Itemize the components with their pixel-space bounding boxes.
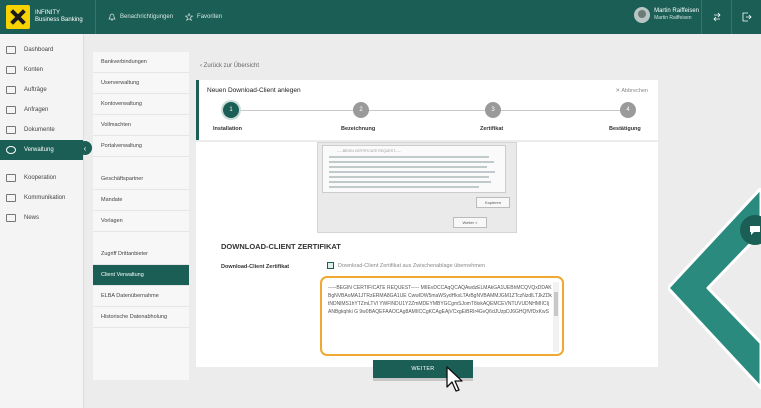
installer-screenshot: -----BEGIN CERTIFICATE REQUEST----- Kopi… bbox=[317, 142, 517, 233]
nav-item-kommunikation[interactable]: Kommunikation bbox=[0, 188, 83, 208]
top-bar: INFINITY Business Banking Benachrichtigu… bbox=[0, 0, 761, 34]
avatar bbox=[634, 7, 651, 23]
nav-item-auftraege[interactable]: Aufträge bbox=[0, 80, 83, 100]
step-2-label: Bezeichnung bbox=[341, 126, 376, 132]
switch-icon bbox=[712, 12, 721, 22]
raiffeisen-logo[interactable] bbox=[6, 5, 30, 29]
nav-item-news[interactable]: News bbox=[0, 208, 83, 228]
nav-item-anfragen[interactable]: Anfragen bbox=[0, 100, 83, 120]
dashboard-icon bbox=[6, 46, 16, 54]
submenu-item-kontoverwaltung[interactable]: Kontoverwaltung bbox=[93, 94, 189, 115]
mouse-cursor-icon bbox=[446, 366, 463, 392]
wizard-header: Neuen Download-Client anlegen ✕ Abbreche… bbox=[196, 80, 658, 140]
screenshot-cert-area: -----BEGIN CERTIFICATE REQUEST----- bbox=[322, 145, 506, 193]
user-name: Martin Raiffeisen bbox=[654, 8, 699, 14]
accounts-icon bbox=[6, 66, 16, 74]
step-4-indicator: 4 bbox=[620, 102, 636, 118]
documents-icon bbox=[6, 126, 16, 134]
step-4-label: Bestätigung bbox=[609, 126, 641, 132]
nav-label: Kooperation bbox=[24, 175, 57, 181]
scrollbar-thumb[interactable] bbox=[554, 292, 558, 316]
logout-button[interactable] bbox=[731, 0, 761, 34]
nav-label: News bbox=[24, 215, 40, 221]
cancel-button[interactable]: ✕ Abbrechen bbox=[616, 88, 648, 94]
brand-line-2: Business Banking bbox=[35, 17, 83, 23]
back-link[interactable]: ‹ Zurück zur Übersicht bbox=[200, 63, 259, 69]
submenu-item-historische-datenabholung[interactable]: Historische Datenabholung bbox=[93, 307, 189, 328]
step-2-indicator: 2 bbox=[353, 102, 369, 118]
clipboard-icon bbox=[327, 262, 334, 269]
nav-label: Dashboard bbox=[24, 47, 54, 53]
nav-label: Konten bbox=[24, 67, 44, 73]
switch-context-button[interactable] bbox=[701, 0, 731, 34]
requests-icon bbox=[6, 106, 16, 114]
logout-icon bbox=[742, 12, 752, 22]
paste-from-clipboard-link[interactable]: Download-Client Zertifikat aus Zwischena… bbox=[327, 262, 485, 269]
step-1-indicator: 1 bbox=[223, 102, 239, 118]
divider bbox=[95, 0, 96, 34]
nav-label: Aufträge bbox=[24, 87, 47, 93]
bell-icon bbox=[108, 13, 116, 21]
submenu-item-portalverwaltung[interactable]: Portalverwaltung bbox=[93, 136, 189, 157]
submenu-item-bankverbindungen[interactable]: Bankverbindungen bbox=[93, 52, 189, 73]
verwaltung-submenu: Bankverbindungen Userverwaltung Kontover… bbox=[93, 52, 189, 380]
certificate-text: -----BEGIN CERTIFICATE REQUEST----- MIIE… bbox=[328, 285, 552, 315]
star-icon bbox=[185, 13, 194, 21]
certificate-textarea[interactable]: -----BEGIN CERTIFICATE REQUEST----- MIIE… bbox=[320, 276, 564, 356]
wizard-title: Neuen Download-Client anlegen bbox=[207, 87, 301, 94]
submenu-item-client-verwaltung[interactable]: Client Verwaltung bbox=[93, 265, 189, 286]
news-icon bbox=[6, 214, 16, 222]
gear-icon bbox=[6, 146, 16, 154]
favorites-link[interactable]: Favoriten bbox=[185, 13, 222, 21]
brand-name: INFINITY Business Banking bbox=[35, 10, 95, 24]
step-3-indicator: 3 bbox=[485, 102, 501, 118]
orders-icon bbox=[6, 86, 16, 94]
cooperation-icon bbox=[6, 174, 16, 182]
paste-from-clipboard-label: Download-Client Zertifikat aus Zwischena… bbox=[338, 262, 486, 269]
submenu-item-geschaeftspartner[interactable]: Geschäftspartner bbox=[93, 169, 189, 190]
submenu-item-vollmachten[interactable]: Vollmachten bbox=[93, 115, 189, 136]
certificate-field-label: Download-Client Zertifikat bbox=[221, 264, 290, 270]
chat-icon bbox=[750, 226, 760, 235]
main-navigation: Dashboard Konten Aufträge Anfragen Dokum… bbox=[0, 34, 84, 408]
user-menu[interactable]: Martin Raiffeisen Martin Raiffeisen bbox=[634, 7, 699, 23]
nav-item-dashboard[interactable]: Dashboard bbox=[0, 40, 83, 60]
nav-item-kooperation[interactable]: Kooperation bbox=[0, 168, 83, 188]
screenshot-cert-header: -----BEGIN CERTIFICATE REQUEST----- bbox=[337, 149, 401, 153]
favorites-label: Favoriten bbox=[197, 14, 223, 20]
section-title: DOWNLOAD-CLIENT ZERTIFIKAT bbox=[221, 242, 341, 251]
nav-label: Anfragen bbox=[24, 107, 49, 113]
screenshot-next-button: Weiter > bbox=[453, 217, 487, 228]
submenu-item-userverwaltung[interactable]: Userverwaltung bbox=[93, 73, 189, 94]
chat-icon bbox=[6, 194, 16, 202]
submenu-item-zugriff-drittanbieter[interactable]: Zugriff Drittanbieter bbox=[93, 244, 189, 265]
notifications-label: Benachrichtigungen bbox=[120, 14, 174, 20]
submenu-item-vorlagen[interactable]: Vorlagen bbox=[93, 211, 189, 232]
submenu-item-mandate[interactable]: Mandate bbox=[93, 190, 189, 211]
brand-line-1: INFINITY bbox=[35, 10, 60, 16]
collapse-nav-button[interactable]: ‹ bbox=[78, 141, 92, 155]
step-3-label: Zertifikat bbox=[480, 126, 504, 132]
screenshot-copy-button: Kopieren bbox=[476, 197, 510, 208]
notifications-link[interactable]: Benachrichtigungen bbox=[108, 13, 173, 21]
nav-label: Dokumente bbox=[24, 127, 55, 133]
step-1-label: Installation bbox=[213, 126, 243, 132]
submenu-item-elba-datenuebernahme[interactable]: ELBA Datenübernahme bbox=[93, 286, 189, 307]
nav-label: Verwaltung bbox=[24, 147, 54, 153]
user-company: Martin Raiffeisen bbox=[654, 15, 692, 21]
nav-label: Kommunikation bbox=[24, 195, 66, 201]
nav-item-verwaltung[interactable]: Verwaltung bbox=[0, 140, 83, 160]
stepper-line bbox=[229, 110, 629, 111]
cancel-label: Abbrechen bbox=[621, 88, 648, 94]
back-link-label: Zurück zur Übersicht bbox=[203, 63, 260, 69]
nav-item-dokumente[interactable]: Dokumente bbox=[0, 120, 83, 140]
nav-item-konten[interactable]: Konten bbox=[0, 60, 83, 80]
textarea-scrollbar[interactable] bbox=[553, 282, 559, 352]
